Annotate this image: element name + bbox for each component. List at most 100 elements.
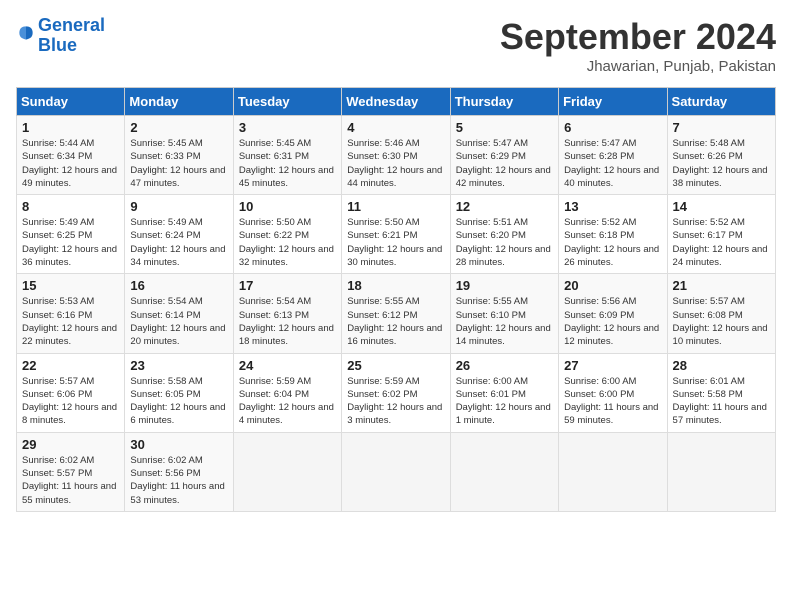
header-saturday: Saturday	[667, 88, 775, 116]
day-number: 15	[22, 278, 119, 293]
day-info: Sunrise: 6:02 AM Sunset: 5:56 PM Dayligh…	[130, 454, 227, 507]
header-tuesday: Tuesday	[233, 88, 341, 116]
day-info: Sunrise: 5:55 AM Sunset: 6:12 PM Dayligh…	[347, 295, 444, 348]
day-number: 17	[239, 278, 336, 293]
day-number: 12	[456, 199, 553, 214]
day-number: 22	[22, 358, 119, 373]
title-area: September 2024 Jhawarian, Punjab, Pakist…	[500, 16, 776, 75]
day-number: 14	[673, 199, 770, 214]
calendar-cell-1-5: 5 Sunrise: 5:47 AM Sunset: 6:29 PM Dayli…	[450, 116, 558, 195]
day-info: Sunrise: 5:57 AM Sunset: 6:06 PM Dayligh…	[22, 375, 119, 428]
header-thursday: Thursday	[450, 88, 558, 116]
calendar-cell-2-2: 9 Sunrise: 5:49 AM Sunset: 6:24 PM Dayli…	[125, 195, 233, 274]
day-info: Sunrise: 5:59 AM Sunset: 6:02 PM Dayligh…	[347, 375, 444, 428]
calendar-cell-2-6: 13 Sunrise: 5:52 AM Sunset: 6:18 PM Dayl…	[559, 195, 667, 274]
page-header: General Blue September 2024 Jhawarian, P…	[16, 16, 776, 75]
logo-text: General Blue	[38, 16, 105, 56]
day-info: Sunrise: 5:48 AM Sunset: 6:26 PM Dayligh…	[673, 137, 770, 190]
calendar-table: Sunday Monday Tuesday Wednesday Thursday…	[16, 87, 776, 511]
calendar-cell-5-3	[233, 432, 341, 511]
calendar-cell-4-5: 26 Sunrise: 6:00 AM Sunset: 6:01 PM Dayl…	[450, 353, 558, 432]
calendar-week-row-1: 1 Sunrise: 5:44 AM Sunset: 6:34 PM Dayli…	[17, 116, 776, 195]
day-info: Sunrise: 5:45 AM Sunset: 6:31 PM Dayligh…	[239, 137, 336, 190]
calendar-cell-5-2: 30 Sunrise: 6:02 AM Sunset: 5:56 PM Dayl…	[125, 432, 233, 511]
calendar-cell-4-7: 28 Sunrise: 6:01 AM Sunset: 5:58 PM Dayl…	[667, 353, 775, 432]
day-info: Sunrise: 5:54 AM Sunset: 6:13 PM Dayligh…	[239, 295, 336, 348]
calendar-cell-1-6: 6 Sunrise: 5:47 AM Sunset: 6:28 PM Dayli…	[559, 116, 667, 195]
day-number: 25	[347, 358, 444, 373]
weekday-header-row: Sunday Monday Tuesday Wednesday Thursday…	[17, 88, 776, 116]
day-info: Sunrise: 6:00 AM Sunset: 6:00 PM Dayligh…	[564, 375, 661, 428]
calendar-cell-1-7: 7 Sunrise: 5:48 AM Sunset: 6:26 PM Dayli…	[667, 116, 775, 195]
day-number: 13	[564, 199, 661, 214]
day-number: 3	[239, 120, 336, 135]
day-number: 23	[130, 358, 227, 373]
calendar-cell-5-6	[559, 432, 667, 511]
day-info: Sunrise: 5:57 AM Sunset: 6:08 PM Dayligh…	[673, 295, 770, 348]
calendar-week-row-3: 15 Sunrise: 5:53 AM Sunset: 6:16 PM Dayl…	[17, 274, 776, 353]
header-wednesday: Wednesday	[342, 88, 450, 116]
calendar-cell-3-4: 18 Sunrise: 5:55 AM Sunset: 6:12 PM Dayl…	[342, 274, 450, 353]
calendar-cell-5-1: 29 Sunrise: 6:02 AM Sunset: 5:57 PM Dayl…	[17, 432, 125, 511]
day-info: Sunrise: 5:50 AM Sunset: 6:21 PM Dayligh…	[347, 216, 444, 269]
day-number: 9	[130, 199, 227, 214]
calendar-cell-4-2: 23 Sunrise: 5:58 AM Sunset: 6:05 PM Dayl…	[125, 353, 233, 432]
day-number: 30	[130, 437, 227, 452]
calendar-cell-5-4	[342, 432, 450, 511]
day-number: 16	[130, 278, 227, 293]
calendar-cell-3-7: 21 Sunrise: 5:57 AM Sunset: 6:08 PM Dayl…	[667, 274, 775, 353]
calendar-cell-1-4: 4 Sunrise: 5:46 AM Sunset: 6:30 PM Dayli…	[342, 116, 450, 195]
day-info: Sunrise: 5:58 AM Sunset: 6:05 PM Dayligh…	[130, 375, 227, 428]
calendar-cell-3-5: 19 Sunrise: 5:55 AM Sunset: 6:10 PM Dayl…	[450, 274, 558, 353]
calendar-cell-3-1: 15 Sunrise: 5:53 AM Sunset: 6:16 PM Dayl…	[17, 274, 125, 353]
day-info: Sunrise: 5:52 AM Sunset: 6:17 PM Dayligh…	[673, 216, 770, 269]
header-friday: Friday	[559, 88, 667, 116]
day-number: 5	[456, 120, 553, 135]
calendar-cell-4-4: 25 Sunrise: 5:59 AM Sunset: 6:02 PM Dayl…	[342, 353, 450, 432]
day-info: Sunrise: 5:54 AM Sunset: 6:14 PM Dayligh…	[130, 295, 227, 348]
day-number: 7	[673, 120, 770, 135]
day-info: Sunrise: 5:44 AM Sunset: 6:34 PM Dayligh…	[22, 137, 119, 190]
day-number: 1	[22, 120, 119, 135]
calendar-week-row-4: 22 Sunrise: 5:57 AM Sunset: 6:06 PM Dayl…	[17, 353, 776, 432]
day-number: 21	[673, 278, 770, 293]
day-number: 27	[564, 358, 661, 373]
calendar-cell-3-3: 17 Sunrise: 5:54 AM Sunset: 6:13 PM Dayl…	[233, 274, 341, 353]
calendar-cell-1-2: 2 Sunrise: 5:45 AM Sunset: 6:33 PM Dayli…	[125, 116, 233, 195]
calendar-cell-4-6: 27 Sunrise: 6:00 AM Sunset: 6:00 PM Dayl…	[559, 353, 667, 432]
month-title: September 2024	[500, 16, 776, 58]
day-number: 2	[130, 120, 227, 135]
calendar-cell-5-7	[667, 432, 775, 511]
day-info: Sunrise: 5:51 AM Sunset: 6:20 PM Dayligh…	[456, 216, 553, 269]
day-number: 6	[564, 120, 661, 135]
calendar-cell-3-6: 20 Sunrise: 5:56 AM Sunset: 6:09 PM Dayl…	[559, 274, 667, 353]
day-info: Sunrise: 5:55 AM Sunset: 6:10 PM Dayligh…	[456, 295, 553, 348]
calendar-week-row-5: 29 Sunrise: 6:02 AM Sunset: 5:57 PM Dayl…	[17, 432, 776, 511]
day-info: Sunrise: 5:49 AM Sunset: 6:25 PM Dayligh…	[22, 216, 119, 269]
day-info: Sunrise: 6:02 AM Sunset: 5:57 PM Dayligh…	[22, 454, 119, 507]
day-number: 20	[564, 278, 661, 293]
calendar-cell-4-1: 22 Sunrise: 5:57 AM Sunset: 6:06 PM Dayl…	[17, 353, 125, 432]
calendar-cell-2-5: 12 Sunrise: 5:51 AM Sunset: 6:20 PM Dayl…	[450, 195, 558, 274]
day-info: Sunrise: 5:53 AM Sunset: 6:16 PM Dayligh…	[22, 295, 119, 348]
day-info: Sunrise: 5:59 AM Sunset: 6:04 PM Dayligh…	[239, 375, 336, 428]
day-number: 4	[347, 120, 444, 135]
header-sunday: Sunday	[17, 88, 125, 116]
day-info: Sunrise: 6:01 AM Sunset: 5:58 PM Dayligh…	[673, 375, 770, 428]
calendar-cell-2-7: 14 Sunrise: 5:52 AM Sunset: 6:17 PM Dayl…	[667, 195, 775, 274]
day-info: Sunrise: 5:50 AM Sunset: 6:22 PM Dayligh…	[239, 216, 336, 269]
day-number: 18	[347, 278, 444, 293]
logo: General Blue	[16, 16, 105, 56]
day-info: Sunrise: 5:45 AM Sunset: 6:33 PM Dayligh…	[130, 137, 227, 190]
calendar-cell-3-2: 16 Sunrise: 5:54 AM Sunset: 6:14 PM Dayl…	[125, 274, 233, 353]
location-subtitle: Jhawarian, Punjab, Pakistan	[500, 58, 776, 75]
calendar-cell-4-3: 24 Sunrise: 5:59 AM Sunset: 6:04 PM Dayl…	[233, 353, 341, 432]
logo-icon	[16, 23, 36, 43]
logo-blue: Blue	[38, 35, 77, 55]
day-info: Sunrise: 6:00 AM Sunset: 6:01 PM Dayligh…	[456, 375, 553, 428]
calendar-cell-1-3: 3 Sunrise: 5:45 AM Sunset: 6:31 PM Dayli…	[233, 116, 341, 195]
calendar-cell-2-3: 10 Sunrise: 5:50 AM Sunset: 6:22 PM Dayl…	[233, 195, 341, 274]
day-info: Sunrise: 5:47 AM Sunset: 6:29 PM Dayligh…	[456, 137, 553, 190]
day-number: 19	[456, 278, 553, 293]
calendar-cell-1-1: 1 Sunrise: 5:44 AM Sunset: 6:34 PM Dayli…	[17, 116, 125, 195]
